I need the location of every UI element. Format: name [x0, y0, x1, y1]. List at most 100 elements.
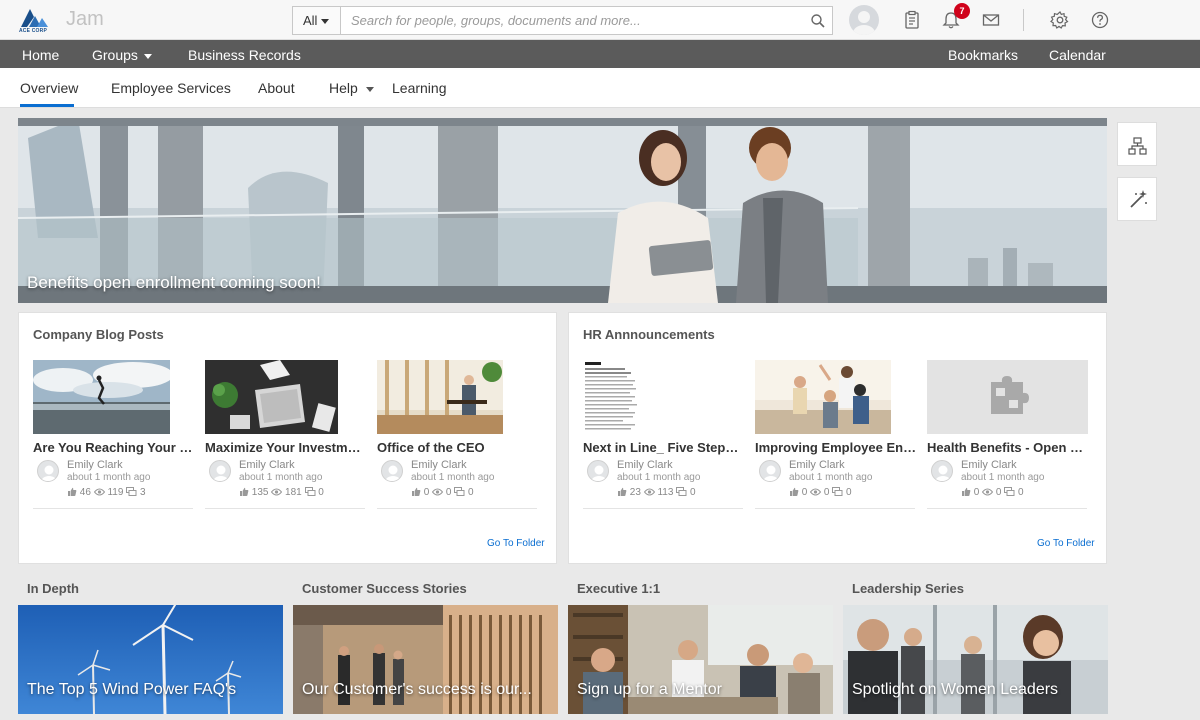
post-thumbnail[interactable]: [33, 360, 170, 434]
author-name[interactable]: Emily Clark: [789, 459, 845, 471]
tab-about[interactable]: About: [258, 80, 295, 96]
tile-customer-success[interactable]: Customer Success Stories Our Customer's …: [293, 572, 558, 714]
comments-count: 3: [139, 487, 146, 498]
comment-icon: [304, 487, 315, 496]
likes-count: 23: [629, 487, 641, 498]
tile-in-depth[interactable]: In Depth The Top 5 Wind Power FAQ's: [18, 572, 283, 714]
post-thumbnail[interactable]: [755, 360, 891, 434]
author-avatar[interactable]: [381, 460, 403, 482]
gear-icon[interactable]: [1050, 10, 1070, 30]
author-name[interactable]: Emily Clark: [239, 459, 295, 471]
post-thumbnail[interactable]: [927, 360, 1088, 434]
app-title[interactable]: Jam: [66, 8, 104, 31]
comments-count: 0: [318, 487, 324, 498]
views-count: 113: [657, 487, 674, 498]
tile-image[interactable]: The Top 5 Wind Power FAQ's: [18, 605, 283, 714]
help-icon[interactable]: [1090, 10, 1110, 30]
likes-count: 46: [79, 487, 91, 498]
magic-wand-button[interactable]: [1117, 177, 1157, 221]
author-name[interactable]: Emily Clark: [411, 459, 467, 471]
comment-icon: [832, 487, 843, 496]
tile-image[interactable]: Sign up for a Mentor: [568, 605, 833, 714]
likes-count: 135: [251, 487, 269, 498]
post-thumbnail[interactable]: [377, 360, 503, 434]
author-avatar[interactable]: [209, 460, 231, 482]
author-avatar[interactable]: [759, 460, 781, 482]
comment-icon: [126, 487, 137, 496]
card-title: HR Annnouncements: [583, 327, 715, 342]
eye-icon: [431, 488, 444, 496]
views-count: 181: [285, 487, 302, 498]
tab-learning[interactable]: Learning: [392, 80, 447, 96]
user-icon: [763, 465, 779, 481]
org-chart-button[interactable]: [1117, 122, 1157, 166]
mail-icon[interactable]: [981, 10, 1001, 30]
chevron-down-icon: [143, 53, 152, 59]
tile-caption: Sign up for a Mentor: [577, 681, 722, 698]
author-avatar[interactable]: [37, 460, 59, 482]
author-name[interactable]: Emily Clark: [67, 459, 123, 471]
author-name[interactable]: Emily Clark: [961, 459, 1017, 471]
chevron-down-icon: [365, 86, 374, 92]
go-to-folder-link[interactable]: Go To Folder: [1037, 538, 1095, 549]
thumbs-up-icon: [790, 487, 799, 496]
tile-executive[interactable]: Executive 1:1 Sign up for a Mentor: [568, 572, 833, 714]
clipboard-icon[interactable]: [902, 10, 922, 30]
magic-wand-icon: [1130, 190, 1147, 208]
document-thumbnail: [583, 360, 639, 434]
org-chart-icon: [1128, 137, 1147, 155]
likes-count: 0: [801, 487, 808, 498]
post-title[interactable]: Are You Reaching Your F...: [33, 440, 195, 455]
nav-calendar[interactable]: Calendar: [1049, 47, 1106, 63]
search-input[interactable]: [342, 7, 802, 34]
hero-banner[interactable]: Benefits open enrollment coming soon!: [18, 118, 1107, 303]
nav-groups[interactable]: Groups: [92, 47, 152, 63]
tile-leadership[interactable]: Leadership Series Spotlight on Women Lea…: [843, 572, 1108, 714]
tab-employee-services[interactable]: Employee Services: [111, 80, 231, 96]
header-divider: [1023, 9, 1024, 31]
runner-image: [33, 360, 170, 434]
user-icon: [41, 465, 57, 481]
user-icon: [853, 11, 875, 35]
comment-icon: [1004, 487, 1015, 496]
comment-icon: [676, 487, 687, 496]
post-thumbnail[interactable]: [583, 360, 639, 434]
tile-image[interactable]: Spotlight on Women Leaders: [843, 605, 1108, 714]
post-title[interactable]: Improving Employee Eng...: [755, 440, 917, 455]
top-header: ACE CORP Jam All 7: [0, 0, 1200, 40]
tab-help[interactable]: Help: [329, 80, 374, 96]
search-scope-dropdown[interactable]: All: [293, 7, 341, 34]
tile-image[interactable]: Our Customer's success is our...: [293, 605, 558, 714]
likes-count: 0: [423, 487, 430, 498]
post-time: about 1 month ago: [961, 472, 1045, 483]
post-title[interactable]: Maximize Your Investments: [205, 440, 367, 455]
item-divider: [755, 508, 915, 509]
post-time: about 1 month ago: [411, 472, 495, 483]
post-title[interactable]: Office of the CEO: [377, 440, 539, 455]
nav-bookmarks[interactable]: Bookmarks: [948, 47, 1018, 63]
tile-title: Leadership Series: [852, 581, 964, 596]
author-avatar[interactable]: [587, 460, 609, 482]
post-stats: 0 0 0: [961, 487, 1024, 498]
go-to-folder-link[interactable]: Go To Folder: [487, 538, 545, 549]
nav-business-records[interactable]: Business Records: [188, 47, 301, 63]
post-stats: 0 0 0: [789, 487, 852, 498]
blog-posts-card: Company Blog Posts Are You Reaching Your…: [18, 312, 557, 564]
user-icon: [935, 465, 951, 481]
search-icon[interactable]: [810, 13, 826, 29]
post-title[interactable]: Health Benefits - Open E...: [927, 440, 1089, 455]
post-stats: 23 113 0: [617, 487, 696, 498]
post-time: about 1 month ago: [67, 472, 151, 483]
nav-home[interactable]: Home: [22, 47, 59, 63]
comments-count: 0: [468, 487, 474, 498]
views-count: 0: [823, 487, 830, 498]
user-avatar[interactable]: [849, 5, 879, 35]
search-scope-label: All: [303, 13, 318, 28]
author-name[interactable]: Emily Clark: [617, 459, 673, 471]
post-title[interactable]: Next in Line_ Five Steps ...: [583, 440, 745, 455]
tab-overview[interactable]: Overview: [20, 80, 78, 96]
post-thumbnail[interactable]: [205, 360, 338, 434]
author-avatar[interactable]: [931, 460, 953, 482]
active-tab-indicator: [20, 104, 74, 107]
item-divider: [33, 508, 193, 509]
